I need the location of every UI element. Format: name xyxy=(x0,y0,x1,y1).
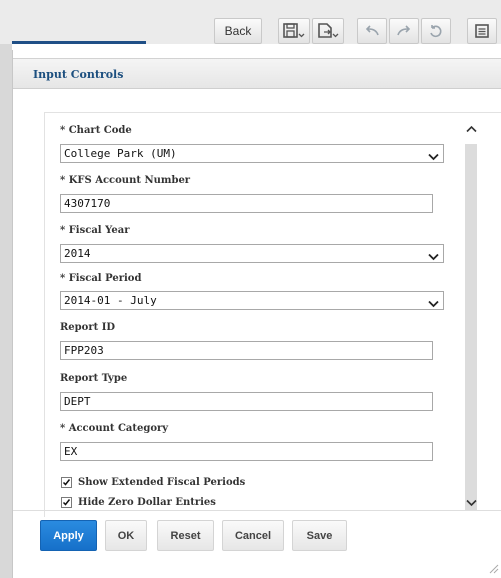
revert-button[interactable] xyxy=(421,18,451,44)
save-menu-button[interactable] xyxy=(278,18,310,44)
input-controls-dialog: Input Controls * Chart Code College Park… xyxy=(12,50,501,578)
show-extended-fiscal-periods-label: Show Extended Fiscal Periods xyxy=(78,477,246,488)
chart-code-select[interactable]: College Park (UM) xyxy=(60,144,444,163)
form-scrollbar[interactable] xyxy=(463,120,479,525)
redo-icon xyxy=(396,24,412,38)
fiscal-period-select[interactable]: 2014-01 - July xyxy=(60,291,444,310)
ok-button[interactable]: OK xyxy=(105,520,147,551)
report-id-label: Report ID xyxy=(60,322,116,333)
export-menu-button[interactable] xyxy=(312,18,344,44)
fiscal-year-select[interactable]: 2014 xyxy=(60,244,444,263)
apply-button[interactable]: Apply xyxy=(40,520,97,551)
input-controls-form: * Chart Code College Park (UM) * KFS Acc… xyxy=(44,112,501,517)
chart-code-label: * Chart Code xyxy=(60,125,132,136)
show-extended-fiscal-periods-option[interactable]: Show Extended Fiscal Periods xyxy=(61,477,245,488)
account-category-input[interactable]: EX xyxy=(60,442,433,461)
hide-zero-dollar-entries-label: Hide Zero Dollar Entries xyxy=(78,497,216,508)
scroll-up-arrow-icon[interactable] xyxy=(466,122,477,136)
fiscal-period-value: 2014-01 - July xyxy=(64,294,157,307)
undo-icon xyxy=(364,24,380,38)
hide-zero-dollar-entries-option[interactable]: Hide Zero Dollar Entries xyxy=(61,497,216,508)
chevron-down-icon xyxy=(428,249,439,266)
kfs-account-number-label: * KFS Account Number xyxy=(60,175,191,186)
dialog-title: Input Controls xyxy=(33,68,124,81)
scroll-thumb[interactable] xyxy=(465,144,477,510)
report-id-input[interactable]: FPP203 xyxy=(60,341,433,360)
report-type-label: Report Type xyxy=(60,373,128,384)
tab-underline xyxy=(12,41,146,44)
cancel-button[interactable]: Cancel xyxy=(222,520,284,551)
resize-grip-icon[interactable] xyxy=(487,562,499,577)
chevron-down-icon xyxy=(428,296,439,313)
left-panel-edge xyxy=(0,44,12,578)
export-icon xyxy=(317,23,339,39)
chevron-down-icon xyxy=(428,149,439,166)
report-type-input[interactable]: DEPT xyxy=(60,392,433,411)
dialog-header[interactable]: Input Controls xyxy=(13,58,501,89)
redo-button[interactable] xyxy=(389,18,419,44)
undo-button[interactable] xyxy=(357,18,387,44)
fiscal-period-label: * Fiscal Period xyxy=(60,273,142,284)
scroll-down-arrow-icon[interactable] xyxy=(466,496,477,510)
report-toolbar: Back xyxy=(0,0,501,44)
reset-button[interactable]: Reset xyxy=(157,520,214,551)
show-extended-fiscal-periods-checkbox[interactable] xyxy=(61,477,72,488)
hide-zero-dollar-entries-checkbox[interactable] xyxy=(61,497,72,508)
fiscal-year-value: 2014 xyxy=(64,247,91,260)
account-category-label: * Account Category xyxy=(60,423,169,434)
chart-code-value: College Park (UM) xyxy=(64,147,177,160)
kfs-account-number-input[interactable]: 4307170 xyxy=(60,194,433,213)
options-button[interactable] xyxy=(467,18,497,44)
back-button[interactable]: Back xyxy=(214,18,262,44)
revert-icon xyxy=(428,24,444,38)
save-button[interactable]: Save xyxy=(292,520,347,551)
save-icon xyxy=(283,23,305,39)
options-icon xyxy=(474,24,490,38)
fiscal-year-label: * Fiscal Year xyxy=(60,225,130,236)
divider xyxy=(13,510,501,511)
